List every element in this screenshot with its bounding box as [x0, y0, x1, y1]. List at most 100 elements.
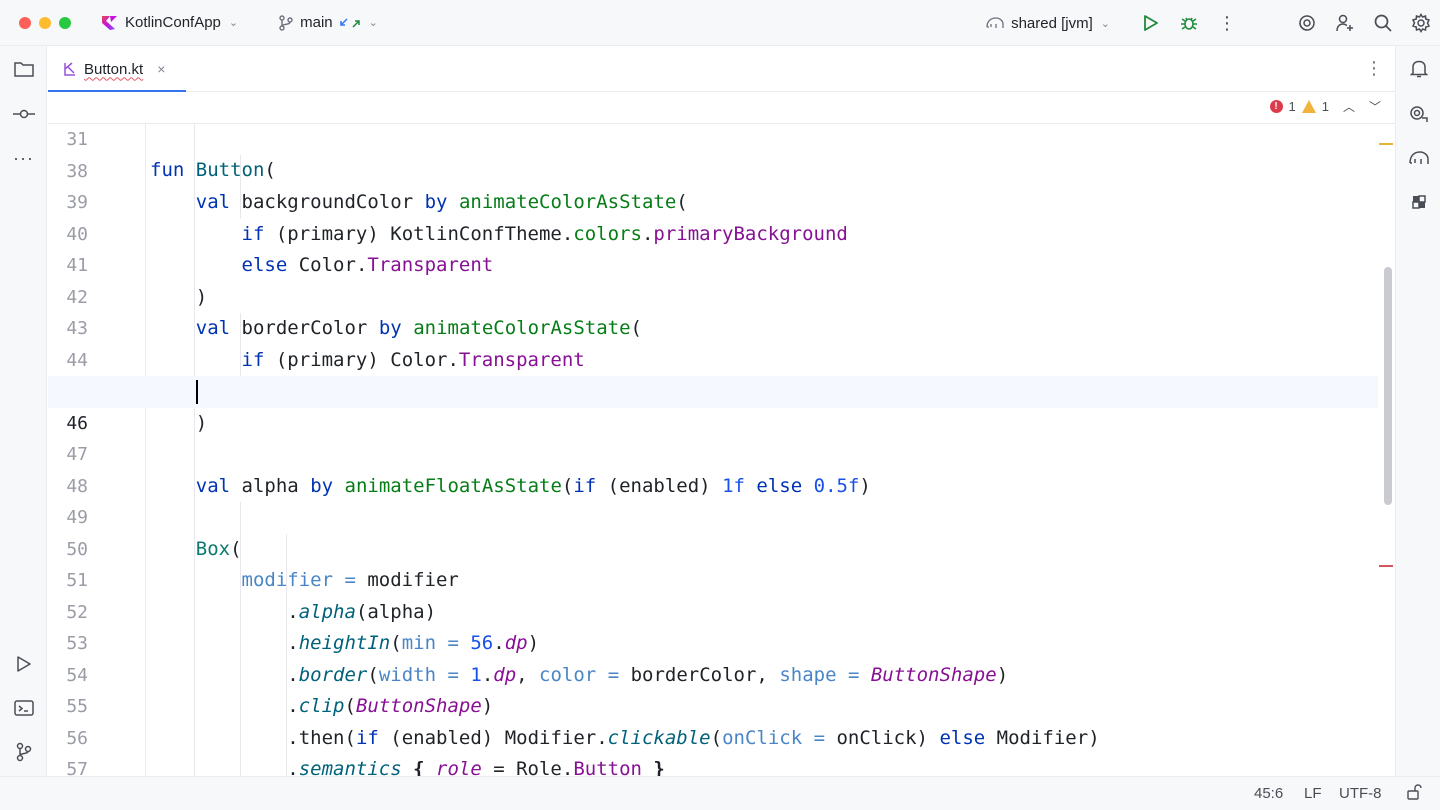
search-everywhere-button[interactable] [1364, 0, 1402, 46]
commit-icon [12, 109, 35, 119]
git-tool-button[interactable] [0, 732, 47, 772]
gradle-button[interactable] [1396, 138, 1440, 178]
error-stripe-marker[interactable] [1379, 565, 1393, 567]
folder-icon [13, 62, 34, 77]
title-bar: KotlinConfApp ⌄ main ⌄ shared [jvm] ⌄ ⋮ [0, 0, 1440, 46]
incoming-outgoing-icon [339, 17, 360, 28]
code-line[interactable]: 48 [48, 439, 1378, 497]
vertical-scrollbar[interactable] [1384, 267, 1392, 505]
code-editor[interactable]: 31 fun Button( ! 1 1 ︿ ﹀ 38 val backgrou… [48, 92, 1395, 776]
git-branch-icon [16, 742, 31, 762]
minimize-window-button[interactable] [39, 16, 51, 29]
notifications-button[interactable] [1396, 49, 1440, 89]
file-encoding[interactable]: UTF-8 [1339, 785, 1382, 802]
chevron-down-icon: ⌄ [368, 17, 378, 29]
window-controls [19, 16, 71, 29]
close-icon[interactable]: × [157, 61, 165, 77]
code-line[interactable]: 49 Box( [48, 471, 1378, 560]
lock-icon[interactable] [1406, 784, 1422, 804]
bug-icon [1181, 17, 1197, 30]
error-count: 1 [1288, 99, 1296, 114]
elephant-icon [1408, 151, 1429, 164]
run-button[interactable] [1132, 0, 1170, 46]
warning-stripe-marker[interactable] [1379, 143, 1393, 145]
code-line[interactable]: 54 .clip(ButtonShape) [48, 628, 1378, 718]
line-separator[interactable]: LF [1304, 785, 1322, 802]
more-vertical-icon: ⋮ [1218, 12, 1236, 33]
code-line[interactable]: 41 ) [48, 219, 1378, 308]
code-line[interactable]: 47 val alpha by animateFloatAsState(if (… [48, 408, 1378, 497]
vcs-branch-selector[interactable]: main ⌄ [278, 14, 378, 31]
code-line[interactable]: 58 .padding(horizontal = 32.dp), [48, 754, 1378, 776]
line-number: 31 [66, 128, 88, 150]
code-line[interactable]: 45 ) [48, 345, 1378, 434]
branch-name: main [300, 14, 333, 31]
current-code-line[interactable]: 46 [48, 376, 1378, 434]
token: Button [195, 159, 265, 181]
code-line[interactable]: 52 .heightIn(min = 56.dp) [48, 565, 1378, 655]
play-icon [1144, 15, 1158, 31]
token: ( [264, 159, 276, 181]
code-text: fun Button( [150, 155, 276, 187]
debug-button[interactable] [1170, 0, 1208, 46]
project-name: KotlinConfApp [125, 14, 221, 31]
project-tool-button[interactable] [0, 49, 47, 89]
code-line[interactable]: 50 modifier = modifier [48, 502, 1378, 592]
project-selector[interactable]: KotlinConfApp ⌄ [101, 14, 238, 32]
gear-icon [1411, 13, 1431, 33]
ai-assistant-button[interactable] [1288, 0, 1326, 46]
code-line[interactable]: 43 if (primary) Color.Transparent [48, 282, 1378, 371]
run-configuration-selector[interactable]: shared [jvm] ⌄ [985, 15, 1110, 32]
chevron-down-icon[interactable]: ﹀ [1369, 98, 1381, 115]
device-manager-icon [1411, 195, 1426, 209]
more-tools-button[interactable]: ··· [0, 138, 47, 178]
warning-icon [1301, 100, 1316, 113]
code-line[interactable]: 53 .border(width = 1.dp, color = borderC… [48, 597, 1378, 686]
code-line[interactable]: 57 .background(backgroundColor) [48, 723, 1378, 776]
code-line[interactable]: 55 .then(if (enabled) Modifier.clickable… [48, 660, 1378, 749]
ai-chat-icon [1409, 106, 1428, 122]
play-outline-icon [16, 656, 31, 672]
terminal-tool-button[interactable] [0, 688, 47, 728]
ai-chat-button[interactable] [1396, 94, 1440, 134]
code-with-me-button[interactable] [1326, 0, 1364, 46]
commit-tool-button[interactable] [0, 94, 47, 134]
code-line[interactable]: 40 else Color.Transparent [48, 187, 1378, 277]
code-line[interactable]: 56 .semantics { role = Role.Button } [48, 691, 1378, 777]
elephant-icon [986, 17, 1004, 28]
bell-icon [1409, 60, 1428, 78]
maximize-window-button[interactable] [59, 16, 71, 29]
code-line[interactable]: 51 .alpha(alpha) [48, 534, 1378, 623]
tab-button-kt[interactable]: Button.kt × [48, 46, 186, 93]
close-window-button[interactable] [19, 16, 31, 29]
tab-actions-button[interactable]: ⋮ [1365, 58, 1383, 79]
kotlin-file-icon [64, 62, 75, 76]
code-line[interactable]: 31 fun Button( [48, 92, 1378, 182]
more-actions-button[interactable]: ⋮ [1208, 0, 1246, 46]
status-bar: 45:6 LF UTF-8 [0, 776, 1440, 810]
code-line[interactable]: 38 val backgroundColor by animateColorAs… [48, 124, 1378, 214]
terminal-icon [13, 700, 34, 716]
tab-label: Button.kt [84, 60, 144, 78]
code-line[interactable]: 44 else KotlinConfTheme.colors.strokeHal… [48, 313, 1378, 403]
more-horizontal-icon: ··· [13, 147, 34, 168]
error-icon: ! [1269, 100, 1283, 113]
inspection-widget[interactable]: ! 1 1 ︿ ﹀ [1269, 98, 1381, 115]
more-vertical-icon: ⋮ [1365, 58, 1383, 78]
code-line[interactable]: 42 val borderColor by animateColorAsStat… [48, 250, 1378, 340]
settings-button[interactable] [1402, 0, 1440, 46]
kotlin-logo-icon [102, 15, 117, 30]
run-tool-button[interactable] [0, 644, 47, 684]
right-tool-window-bar [1395, 46, 1440, 776]
add-user-icon [1336, 14, 1353, 32]
search-icon [1374, 14, 1392, 32]
sticky-lines-header[interactable]: 31 fun Button( [48, 92, 1395, 182]
left-tool-window-bar: ··· [0, 46, 47, 776]
chevron-up-icon[interactable]: ︿ [1343, 98, 1355, 115]
editor-tab-bar: Button.kt × ⋮ [48, 46, 1395, 93]
toolbar-right: shared [jvm] ⌄ ⋮ [985, 0, 1440, 46]
token: fun [150, 159, 185, 181]
device-manager-button[interactable] [1396, 182, 1440, 222]
ai-assistant-icon [1299, 15, 1315, 31]
caret-position[interactable]: 45:6 [1254, 785, 1283, 802]
